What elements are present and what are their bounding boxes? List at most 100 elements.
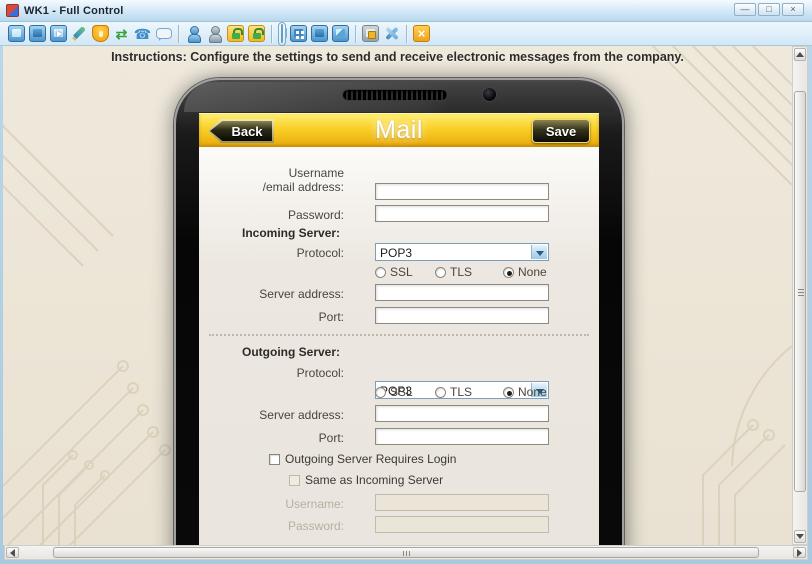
checkbox-icon[interactable] [269, 454, 280, 465]
toolbar: ⇄ ☎ × [0, 22, 812, 46]
outgoing-none-radio[interactable]: None [503, 385, 547, 399]
arrow-left-icon [10, 549, 15, 557]
view-fullscreen-icon[interactable] [290, 25, 307, 42]
outgoing-port-label: Port: [199, 431, 344, 445]
phone-speaker-grille [342, 89, 448, 101]
vertical-scrollbar[interactable] [792, 46, 808, 545]
outgoing-tls-radio[interactable]: TLS [435, 385, 472, 399]
incoming-security-options: SSL TLS None [375, 265, 549, 278]
scroll-up-button[interactable] [794, 48, 806, 61]
view-scale-icon[interactable] [332, 25, 349, 42]
view-normal-icon[interactable] [281, 24, 283, 43]
remote-screen-icon[interactable] [29, 25, 46, 42]
radio-icon[interactable] [375, 387, 386, 398]
horizontal-scroll-thumb[interactable] [53, 547, 759, 558]
password-input[interactable] [375, 205, 549, 222]
outgoing-server-label: Server address: [199, 408, 344, 422]
incoming-server-input[interactable] [375, 284, 549, 301]
login-username-label: Username: [199, 497, 344, 511]
window-controls: — □ × [734, 3, 804, 16]
view-normal-selected [278, 22, 286, 46]
vertical-scroll-thumb[interactable] [794, 91, 806, 492]
file-transfer-icon[interactable]: ⇄ [113, 25, 130, 42]
toolbar-separator [406, 25, 407, 43]
outgoing-server-heading: Outgoing Server: [242, 345, 340, 359]
mail-settings-screen: Username /email address: Password: Incom… [199, 147, 599, 545]
chat-bubble-icon[interactable] [155, 25, 172, 42]
outgoing-ssl-radio[interactable]: SSL [375, 385, 413, 399]
toolbar-separator [271, 25, 272, 43]
radio-icon[interactable] [435, 267, 446, 278]
voice-call-icon[interactable]: ☎ [134, 25, 151, 42]
password-label: Password: [199, 208, 344, 222]
toolbar-separator [355, 25, 356, 43]
app-window: WK1 - Full Control — □ × ⇄ ☎ × [0, 0, 812, 564]
mail-header-bar: Back Mail Save [199, 113, 599, 147]
scroll-left-button[interactable] [6, 547, 19, 558]
lock-files-icon[interactable] [227, 25, 244, 42]
incoming-tls-radio[interactable]: TLS [435, 265, 472, 279]
requires-login-checkbox-row[interactable]: Outgoing Server Requires Login [269, 452, 456, 466]
phone-camera [482, 87, 497, 102]
page-title: Mail [375, 116, 423, 145]
phone-device: Back Mail Save Username /email address: … [174, 78, 624, 545]
radio-selected-icon[interactable] [503, 387, 514, 398]
radio-selected-icon[interactable] [503, 267, 514, 278]
maximize-button[interactable]: □ [758, 3, 780, 16]
section-divider [209, 334, 589, 336]
app-icon [6, 4, 19, 17]
back-button[interactable]: Back [208, 119, 274, 143]
minimize-button[interactable]: — [734, 3, 756, 16]
save-button-label: Save [546, 124, 576, 139]
incoming-none-radio[interactable]: None [503, 265, 547, 279]
outgoing-security-options: SSL TLS None [375, 385, 549, 398]
window-title: WK1 - Full Control [24, 5, 124, 17]
same-as-incoming-label: Same as Incoming Server [305, 473, 443, 487]
incoming-protocol-value: POP3 [380, 246, 412, 260]
horizontal-scrollbar[interactable] [4, 545, 808, 560]
arrow-right-icon [797, 549, 802, 557]
outgoing-server-input[interactable] [375, 405, 549, 422]
scroll-right-button[interactable] [793, 547, 806, 558]
save-button[interactable]: Save [532, 119, 590, 143]
toolbar-separator [178, 25, 179, 43]
login-password-label: Password: [199, 519, 344, 533]
title-bar: WK1 - Full Control — □ × [0, 0, 812, 22]
instructions-text: Instructions: Configure the settings to … [3, 50, 792, 64]
lock-apps-icon[interactable] [248, 25, 265, 42]
user-sessions-icon[interactable] [206, 25, 223, 42]
user-icon[interactable] [185, 25, 202, 42]
incoming-server-heading: Incoming Server: [242, 226, 340, 240]
remote-desktop-area: Instructions: Configure the settings to … [3, 46, 792, 545]
view-fit-icon[interactable] [311, 25, 328, 42]
back-button-label: Back [219, 124, 262, 139]
login-username-input [375, 494, 549, 511]
security-shield-icon[interactable] [92, 25, 109, 42]
same-as-incoming-checkbox-row: Same as Incoming Server [289, 473, 443, 487]
incoming-ssl-radio[interactable]: SSL [375, 265, 413, 279]
disconnect-icon[interactable]: × [413, 25, 430, 42]
incoming-protocol-label: Protocol: [199, 246, 344, 260]
outgoing-protocol-label: Protocol: [199, 366, 344, 380]
radio-icon[interactable] [435, 387, 446, 398]
username-label: Username /email address: [199, 166, 344, 194]
remote-control-icon[interactable] [50, 25, 67, 42]
annotate-pen-icon[interactable] [71, 25, 88, 42]
login-password-input [375, 516, 549, 533]
incoming-protocol-dropdown[interactable]: POP3 [375, 243, 549, 261]
outgoing-port-input[interactable] [375, 428, 549, 445]
close-button[interactable]: × [782, 3, 804, 16]
remote-view-icon[interactable] [8, 25, 25, 42]
username-input[interactable] [375, 183, 549, 200]
chevron-down-icon[interactable] [531, 245, 547, 259]
lock-workstation-icon[interactable] [362, 25, 379, 42]
arrow-up-icon [796, 52, 804, 57]
scroll-down-button[interactable] [794, 530, 806, 543]
radio-icon[interactable] [375, 267, 386, 278]
requires-login-label: Outgoing Server Requires Login [285, 452, 456, 466]
checkbox-disabled-icon [289, 475, 300, 486]
tools-icon[interactable] [383, 25, 400, 42]
incoming-port-input[interactable] [375, 307, 549, 324]
incoming-server-label: Server address: [199, 287, 344, 301]
incoming-port-label: Port: [199, 310, 344, 324]
